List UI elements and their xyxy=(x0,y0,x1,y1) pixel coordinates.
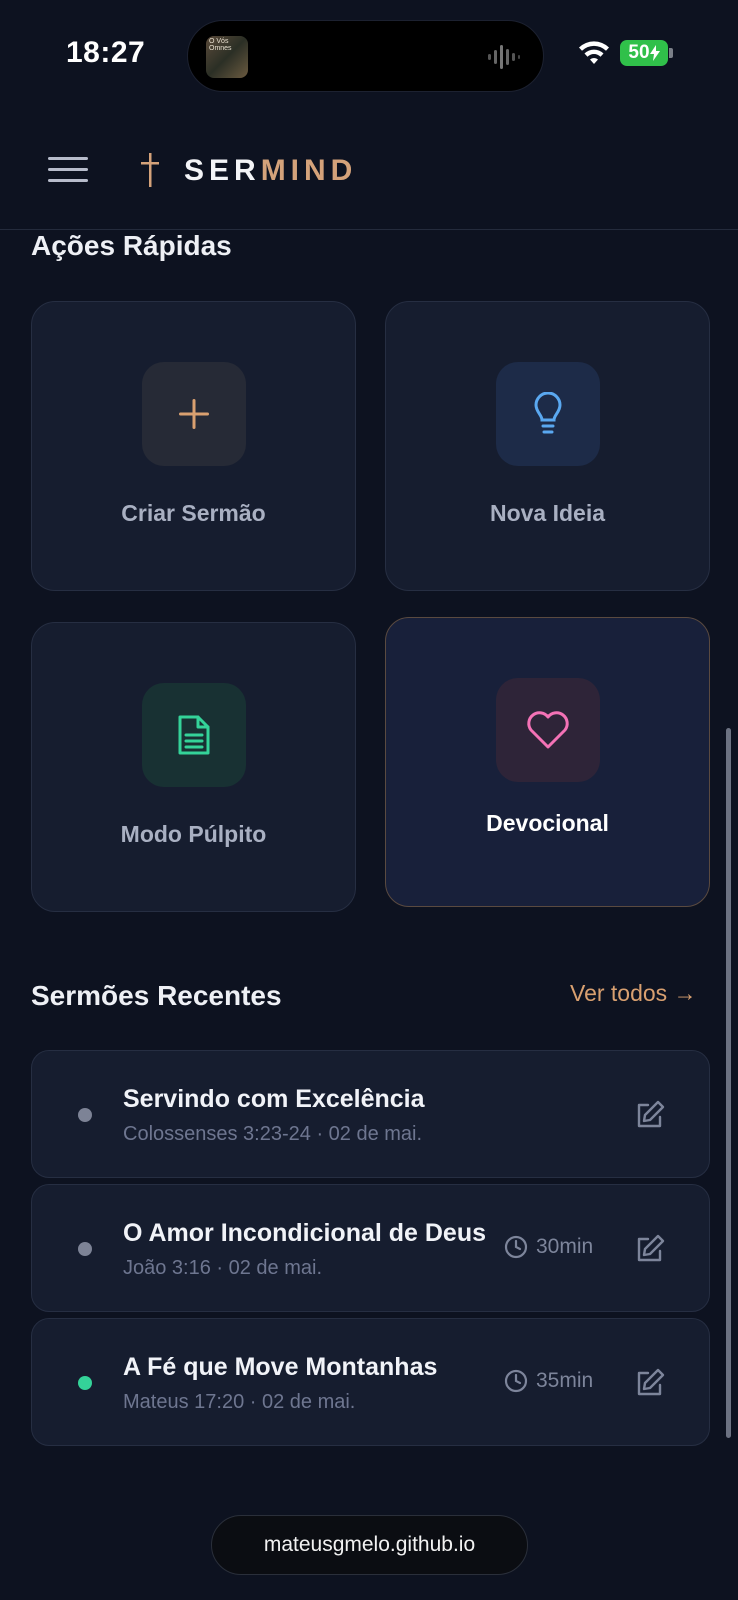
duration-text: 30min xyxy=(536,1235,594,1258)
edit-icon[interactable] xyxy=(634,1233,666,1265)
battery-level: 50 xyxy=(628,42,650,63)
quick-actions-title: Ações Rápidas xyxy=(31,230,232,261)
sermon-item[interactable]: A Fé que Move Montanhas Mateus 17:20 · 0… xyxy=(31,1318,710,1446)
status-dot xyxy=(78,1242,92,1256)
pulpit-mode-card[interactable]: Modo Púlpito xyxy=(31,622,356,912)
now-playing-artwork: O Vós Omnes xyxy=(206,36,248,78)
plus-icon xyxy=(179,399,209,429)
new-idea-icon-tile xyxy=(496,362,600,466)
create-sermon-label: Criar Sermão xyxy=(121,500,266,526)
charging-bolt-icon xyxy=(649,45,660,61)
document-icon xyxy=(178,715,210,755)
audio-waveform-icon xyxy=(488,45,520,69)
battery-tip xyxy=(669,48,673,58)
devotional-label: Devocional xyxy=(486,810,609,836)
create-sermon-icon-tile xyxy=(142,362,246,466)
heart-icon xyxy=(527,711,569,749)
app-header: SERMIND xyxy=(0,110,738,230)
status-dot xyxy=(78,1108,92,1122)
brand-text-ser: SER xyxy=(184,154,261,187)
lightbulb-icon xyxy=(534,392,562,434)
sermon-meta: Colossenses 3:23-24 · 02 de mai. xyxy=(123,1123,423,1145)
clock-icon xyxy=(504,1235,528,1259)
sermon-title: Servindo com Excelência xyxy=(123,1085,425,1113)
recent-sermons-title: Sermões Recentes xyxy=(31,980,282,1011)
sermon-meta: Mateus 17:20 · 02 de mai. xyxy=(123,1391,356,1413)
create-sermon-card[interactable]: Criar Sermão xyxy=(31,301,356,591)
status-bar: 18:27 O Vós Omnes 50 xyxy=(0,0,738,110)
devotional-icon-tile xyxy=(496,678,600,782)
url-text: mateusgmelo.github.io xyxy=(263,1533,476,1556)
see-all-link[interactable]: Ver todos → xyxy=(570,980,697,1007)
dynamic-island[interactable]: O Vós Omnes xyxy=(187,20,544,92)
sermon-duration: 30min xyxy=(504,1235,593,1259)
battery-indicator: 50 xyxy=(620,40,668,66)
clock-icon xyxy=(504,1369,528,1393)
status-dot xyxy=(78,1376,92,1390)
new-idea-card[interactable]: Nova Ideia xyxy=(385,301,710,591)
sermon-title: O Amor Incondicional de Deus xyxy=(123,1219,487,1247)
sermon-meta: João 3:16 · 02 de mai. xyxy=(123,1257,323,1279)
menu-bar xyxy=(48,157,88,160)
sermon-item[interactable]: O Amor Incondicional de Deus João 3:16 ·… xyxy=(31,1184,710,1312)
pulpit-mode-icon-tile xyxy=(142,683,246,787)
cross-icon xyxy=(141,153,159,187)
pulpit-mode-label: Modo Púlpito xyxy=(120,821,267,847)
browser-url-bar[interactable]: mateusgmelo.github.io xyxy=(211,1515,528,1575)
edit-icon[interactable] xyxy=(634,1099,666,1131)
scrollbar[interactable] xyxy=(726,728,731,1438)
new-idea-label: Nova Ideia xyxy=(489,500,606,526)
brand-logo[interactable]: SERMIND xyxy=(184,154,357,188)
clock: 18:27 xyxy=(66,36,146,69)
wifi-icon xyxy=(579,41,609,64)
sermon-item[interactable]: Servindo com Excelência Colossenses 3:23… xyxy=(31,1050,710,1178)
menu-bar xyxy=(48,168,88,171)
now-playing-art-text: O Vós Omnes xyxy=(209,38,232,52)
menu-bar xyxy=(48,179,88,182)
duration-text: 35min xyxy=(536,1369,594,1392)
sermon-title: A Fé que Move Montanhas xyxy=(123,1353,438,1381)
sermon-duration: 35min xyxy=(504,1369,593,1393)
brand-text-mind: MIND xyxy=(260,154,358,187)
menu-button[interactable] xyxy=(48,157,88,187)
edit-icon[interactable] xyxy=(634,1367,666,1399)
devotional-card[interactable]: Devocional xyxy=(385,617,710,907)
